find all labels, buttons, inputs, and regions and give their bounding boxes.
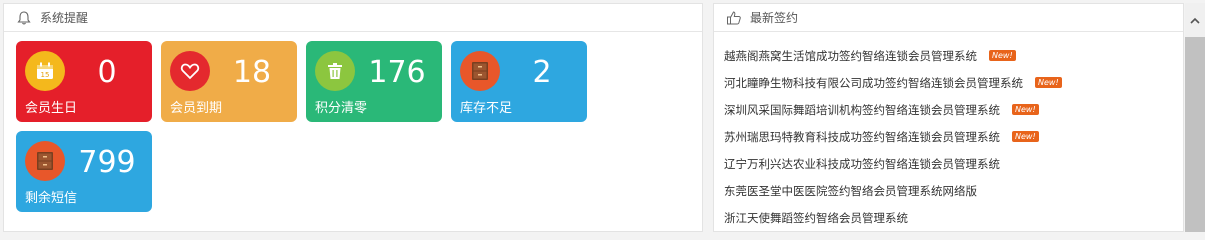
signings-panel: 最新签约 越燕阁燕窝生活馆成功签约智络连锁会员管理系统 New! 河北瞳睁生物科…	[713, 3, 1184, 232]
tile-member-birthday[interactable]: 15 0 会员生日	[16, 41, 152, 122]
tile-value: 176	[368, 55, 426, 90]
signing-text[interactable]: 浙江天使舞蹈签约智络会员管理系统	[724, 210, 908, 226]
signing-text[interactable]: 越燕阁燕窝生活馆成功签约智络连锁会员管理系统	[724, 48, 977, 64]
calendar-icon: 15	[25, 51, 65, 91]
svg-text:15: 15	[41, 71, 50, 79]
list-item[interactable]: 河北瞳睁生物科技有限公司成功签约智络连锁会员管理系统 New!	[724, 69, 1164, 96]
list-item[interactable]: 深圳风采国际舞蹈培训机构签约智络连锁会员管理系统 New!	[724, 96, 1164, 123]
signing-text[interactable]: 辽宁万利兴达农业科技成功签约智络连锁会员管理系统	[724, 156, 1000, 172]
signings-title: 最新签约	[750, 11, 799, 25]
tile-value: 799	[78, 145, 136, 180]
tile-member-expiry[interactable]: 18 会员到期	[161, 41, 297, 122]
cabinet-icon	[460, 51, 500, 91]
tile-value: 2	[532, 55, 552, 90]
tile-label: 会员到期	[170, 101, 223, 116]
signing-text[interactable]: 苏州瑞思玛特教育科技成功签约智络连锁会员管理系统	[724, 129, 1000, 145]
signing-text[interactable]: 河北瞳睁生物科技有限公司成功签约智络连锁会员管理系统	[724, 75, 1023, 91]
list-item[interactable]: 浙江天使舞蹈签约智络会员管理系统	[724, 204, 1164, 231]
list-item[interactable]: 辽宁万利兴达农业科技成功签约智络连锁会员管理系统	[724, 150, 1164, 177]
heart-icon	[170, 51, 210, 91]
tile-label: 积分清零	[315, 101, 368, 116]
list-item[interactable]: 东莞医圣堂中医医院签约智络会员管理系统网络版	[724, 177, 1164, 204]
thumbs-up-icon	[726, 10, 742, 26]
signing-text[interactable]: 深圳风采国际舞蹈培训机构签约智络连锁会员管理系统	[724, 102, 1000, 118]
tile-low-stock[interactable]: 2 库存不足	[451, 41, 587, 122]
signings-header: 最新签约	[714, 4, 1183, 32]
tile-label: 库存不足	[460, 101, 513, 116]
tile-label: 会员生日	[25, 101, 78, 116]
tile-remaining-sms[interactable]: 799 剩余短信	[16, 131, 152, 212]
tile-points-reset[interactable]: 176 积分清零	[306, 41, 442, 122]
reminders-panel: 系统提醒 15 0 会员生日 18 会员到期 176 积分清零 2 库存不足 7…	[3, 3, 703, 232]
new-badge: New!	[1035, 77, 1062, 88]
reminders-header: 系统提醒	[4, 4, 702, 32]
scroll-up-icon[interactable]	[1188, 13, 1202, 27]
bell-icon	[16, 10, 32, 26]
signings-list: 越燕阁燕窝生活馆成功签约智络连锁会员管理系统 New! 河北瞳睁生物科技有限公司…	[724, 42, 1164, 231]
tile-label: 剩余短信	[25, 191, 78, 206]
tile-value: 0	[97, 55, 117, 90]
scrollbar-thumb[interactable]	[1185, 37, 1205, 232]
new-badge: New!	[1012, 104, 1039, 115]
cabinet-icon	[25, 141, 65, 181]
trash-icon	[315, 51, 355, 91]
list-item[interactable]: 苏州瑞思玛特教育科技成功签约智络连锁会员管理系统 New!	[724, 123, 1164, 150]
vertical-scrollbar[interactable]	[1185, 3, 1205, 232]
list-item[interactable]: 越燕阁燕窝生活馆成功签约智络连锁会员管理系统 New!	[724, 42, 1164, 69]
reminders-title: 系统提醒	[40, 11, 89, 25]
tile-value: 18	[232, 55, 272, 90]
new-badge: New!	[1012, 131, 1039, 142]
new-badge: New!	[989, 50, 1016, 61]
signing-text[interactable]: 东莞医圣堂中医医院签约智络会员管理系统网络版	[724, 183, 977, 199]
